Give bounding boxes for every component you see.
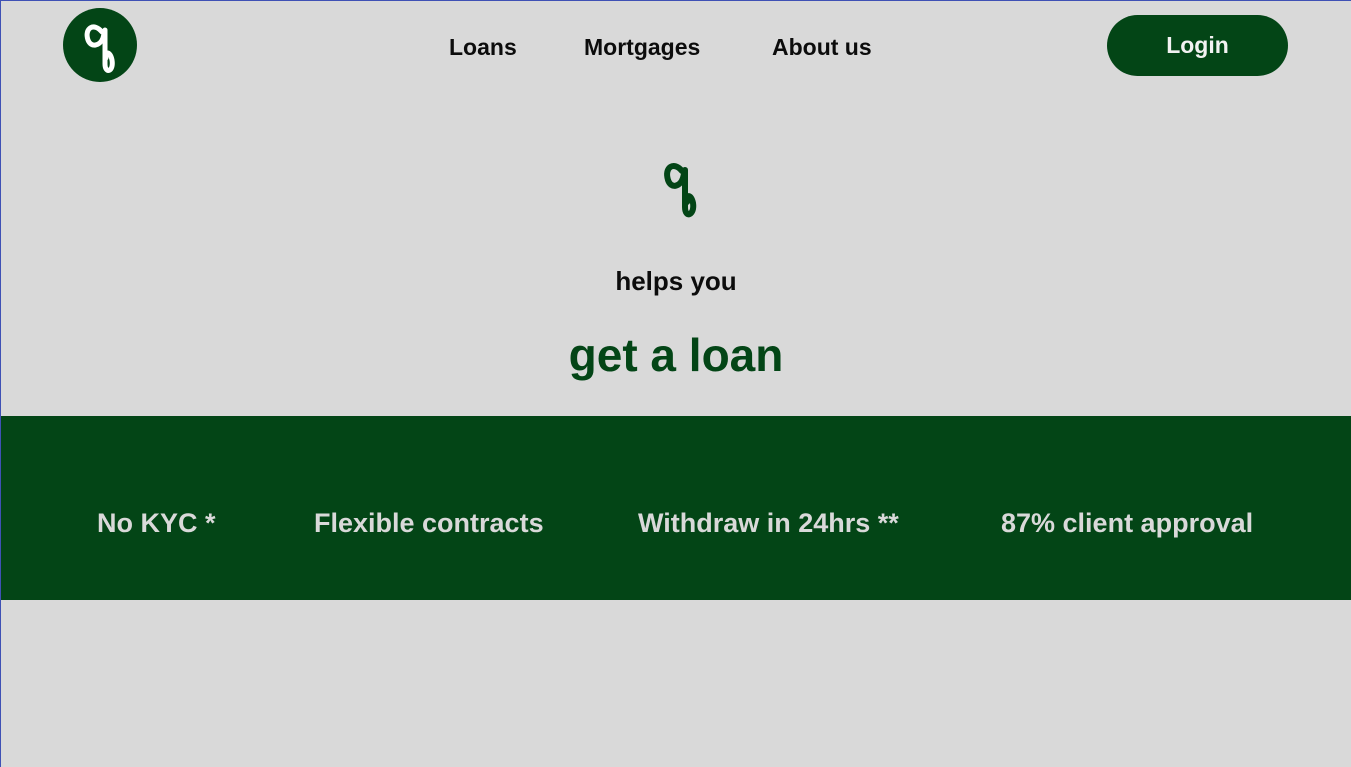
hero-logo-mark (656, 153, 706, 225)
feature-flexible-contracts: Flexible contracts (314, 508, 544, 538)
nav-link-loans[interactable]: Loans (449, 31, 517, 63)
login-button[interactable]: Login (1107, 15, 1288, 76)
hero-subtitle: helps you (615, 266, 737, 296)
feature-withdraw-24hrs: Withdraw in 24hrs ** (638, 508, 899, 538)
hero-title: get a loan (568, 329, 784, 381)
script-q-mark-icon (664, 163, 697, 218)
feature-client-approval: 87% client approval (1001, 508, 1254, 538)
feature-no-kyc: No KYC * (97, 508, 216, 538)
nav-link-about-us[interactable]: About us (772, 31, 872, 63)
features-band: No KYC * Flexible contracts Withdraw in … (1, 416, 1351, 600)
site-header: Loans Mortgages About us Login (1, 1, 1351, 93)
nav-link-mortgages[interactable]: Mortgages (584, 31, 700, 63)
